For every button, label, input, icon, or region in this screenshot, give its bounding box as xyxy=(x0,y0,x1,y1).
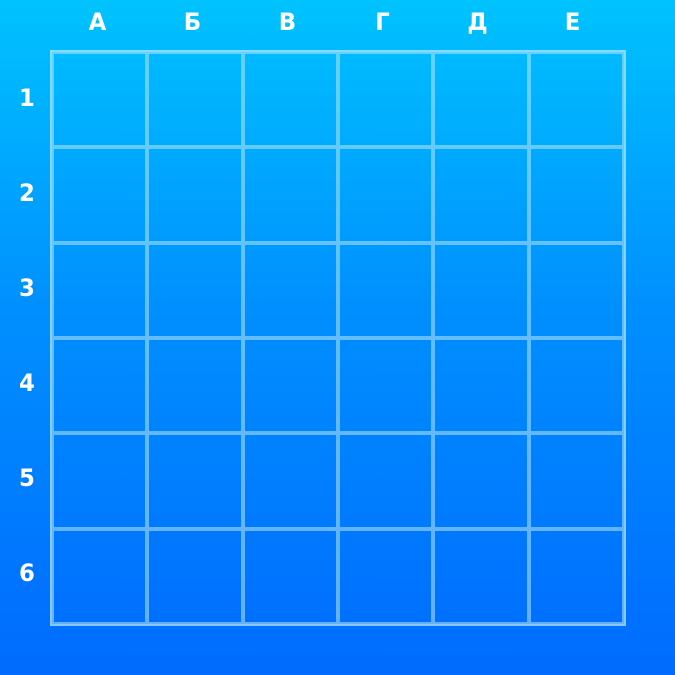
column-label: Д xyxy=(467,8,488,36)
row-label: 1 xyxy=(19,83,35,112)
board-cell[interactable] xyxy=(528,242,624,338)
board-grid xyxy=(50,50,626,626)
board-cell[interactable] xyxy=(433,147,529,243)
board-cell[interactable] xyxy=(528,433,624,529)
board-cell[interactable] xyxy=(242,242,338,338)
board-cell[interactable] xyxy=(338,147,434,243)
board-cell[interactable] xyxy=(147,242,243,338)
board-cell[interactable] xyxy=(52,433,148,529)
row-label: 6 xyxy=(19,558,35,587)
board-cell[interactable] xyxy=(433,528,529,624)
board-cell[interactable] xyxy=(528,147,624,243)
board-cell[interactable] xyxy=(528,528,624,624)
column-label: Е xyxy=(564,8,581,36)
board-cell[interactable] xyxy=(147,338,243,434)
board-cell[interactable] xyxy=(433,338,529,434)
board-cell[interactable] xyxy=(433,242,529,338)
board-cell[interactable] xyxy=(338,52,434,148)
board-cell[interactable] xyxy=(147,433,243,529)
column-label: Г xyxy=(375,8,390,36)
board-cell[interactable] xyxy=(242,338,338,434)
game-board: А Б В Г Д Е 1 2 3 4 5 6 xyxy=(0,0,675,675)
board-cell[interactable] xyxy=(147,52,243,148)
board-cell[interactable] xyxy=(338,242,434,338)
row-label: 2 xyxy=(19,178,35,207)
row-label: 5 xyxy=(19,463,35,492)
board-cell[interactable] xyxy=(528,52,624,148)
board-cell[interactable] xyxy=(52,52,148,148)
board-cell[interactable] xyxy=(52,338,148,434)
row-label: 3 xyxy=(19,273,35,302)
board-cell[interactable] xyxy=(147,528,243,624)
board-cell[interactable] xyxy=(242,433,338,529)
board-cell[interactable] xyxy=(433,433,529,529)
column-label: А xyxy=(88,8,107,36)
board-cell[interactable] xyxy=(338,338,434,434)
row-label: 4 xyxy=(19,368,35,397)
board-cell[interactable] xyxy=(242,528,338,624)
board-cell[interactable] xyxy=(242,147,338,243)
board-cell[interactable] xyxy=(433,52,529,148)
column-label: Б xyxy=(183,8,202,36)
board-cell[interactable] xyxy=(147,147,243,243)
board-cell[interactable] xyxy=(242,52,338,148)
board-cell[interactable] xyxy=(338,433,434,529)
board-cell[interactable] xyxy=(52,147,148,243)
board-cell[interactable] xyxy=(338,528,434,624)
board-cell[interactable] xyxy=(52,528,148,624)
column-label: В xyxy=(278,8,297,36)
board-cell[interactable] xyxy=(52,242,148,338)
board-cell[interactable] xyxy=(528,338,624,434)
